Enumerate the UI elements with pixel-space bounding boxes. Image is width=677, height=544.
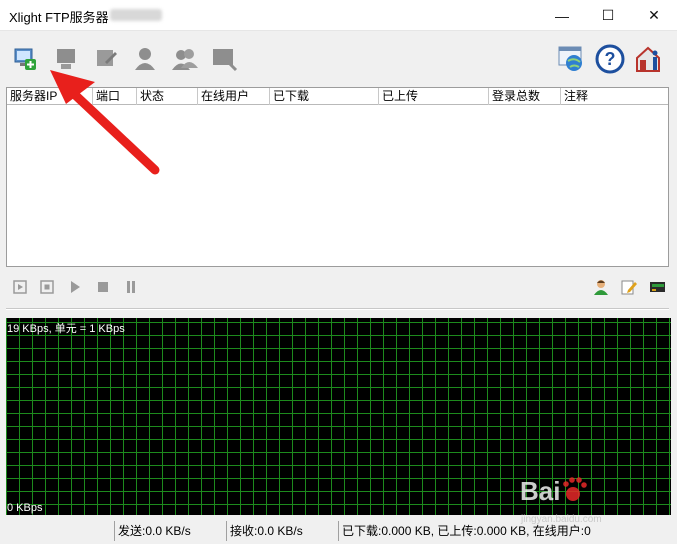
users-button[interactable] — [170, 44, 200, 74]
blurred-title-suffix — [110, 9, 162, 21]
close-button[interactable]: ✕ — [631, 0, 677, 31]
edit-button[interactable] — [621, 279, 637, 295]
user-manager-button[interactable] — [593, 279, 609, 295]
graph-zero-label: 0 KBps — [7, 502, 43, 514]
watermark-url: jingyan.baidu.com — [521, 514, 602, 525]
status-totals: 已下载:0.000 KB, 已上传:0.000 KB, 在线用户:0 — [338, 521, 668, 541]
internet-button[interactable] — [556, 44, 586, 74]
log-icon — [213, 49, 238, 72]
column-header-downloaded[interactable]: 已下载 — [270, 88, 379, 105]
column-header-server-ip[interactable]: 服务器IP — [7, 88, 93, 105]
title-bar: Xlight FTP服务器 — ☐ ✕ — [0, 0, 677, 31]
play-icon — [71, 281, 80, 293]
add-server-icon — [14, 48, 36, 70]
status-send-rate: 发送:0.0 KB/s — [114, 521, 224, 541]
edit-server-button[interactable] — [91, 44, 121, 74]
add-server-button[interactable] — [10, 44, 40, 74]
separator — [6, 308, 669, 310]
stop-box-button[interactable] — [39, 279, 55, 295]
column-header-uploaded[interactable]: 已上传 — [379, 88, 489, 105]
baidu-watermark: Bai — [520, 468, 670, 516]
server-icon — [57, 49, 75, 69]
server-list-header: 服务器IP 端口 状态 在线用户 已下载 已上传 登录总数 注释 — [7, 88, 668, 105]
user-icon — [135, 48, 155, 70]
main-toolbar: ? — [0, 32, 677, 87]
svg-text:?: ? — [605, 49, 616, 69]
log-button[interactable] — [209, 44, 239, 74]
status-receive-rate: 接收:0.0 KB/s — [226, 521, 336, 541]
minimize-button[interactable]: — — [539, 0, 585, 31]
graph-scale-label: 19 KBps, 单元 = 1 KBps — [7, 323, 125, 335]
user-icon — [594, 280, 608, 295]
baidu-paw-logo: Bai — [520, 476, 587, 506]
pause-button[interactable] — [123, 279, 139, 295]
pause-icon — [127, 281, 135, 293]
help-icon: ? — [595, 44, 625, 74]
card-icon — [650, 282, 665, 292]
column-header-status[interactable]: 状态 — [137, 88, 198, 105]
stop-square-icon — [40, 280, 54, 294]
column-header-port[interactable]: 端口 — [93, 88, 137, 105]
maximize-button[interactable]: ☐ — [585, 0, 631, 31]
card-button[interactable] — [649, 279, 665, 295]
stop-button[interactable] — [95, 279, 111, 295]
stop-icon — [98, 282, 108, 292]
server-control-bar — [0, 274, 677, 300]
column-header-total-logins[interactable]: 登录总数 — [489, 88, 561, 105]
help-button[interactable]: ? — [595, 44, 625, 74]
window-title: Xlight FTP服务器 — [9, 10, 109, 25]
about-button[interactable] — [634, 44, 664, 74]
svg-text:Bai: Bai — [520, 476, 560, 506]
column-header-comment[interactable]: 注释 — [561, 88, 670, 105]
edit-server-icon — [97, 50, 117, 66]
about-icon — [636, 46, 660, 72]
user-button[interactable] — [130, 44, 160, 74]
server-button[interactable] — [51, 44, 81, 74]
edit-icon — [621, 280, 637, 295]
server-list[interactable]: 服务器IP 端口 状态 在线用户 已下载 已上传 登录总数 注释 — [6, 87, 669, 267]
play-step-icon — [13, 280, 27, 294]
start-button[interactable] — [67, 279, 83, 295]
users-icon — [172, 49, 198, 70]
column-header-online-users[interactable]: 在线用户 — [198, 88, 270, 105]
internet-icon — [558, 46, 582, 71]
step-play-button[interactable] — [12, 279, 28, 295]
